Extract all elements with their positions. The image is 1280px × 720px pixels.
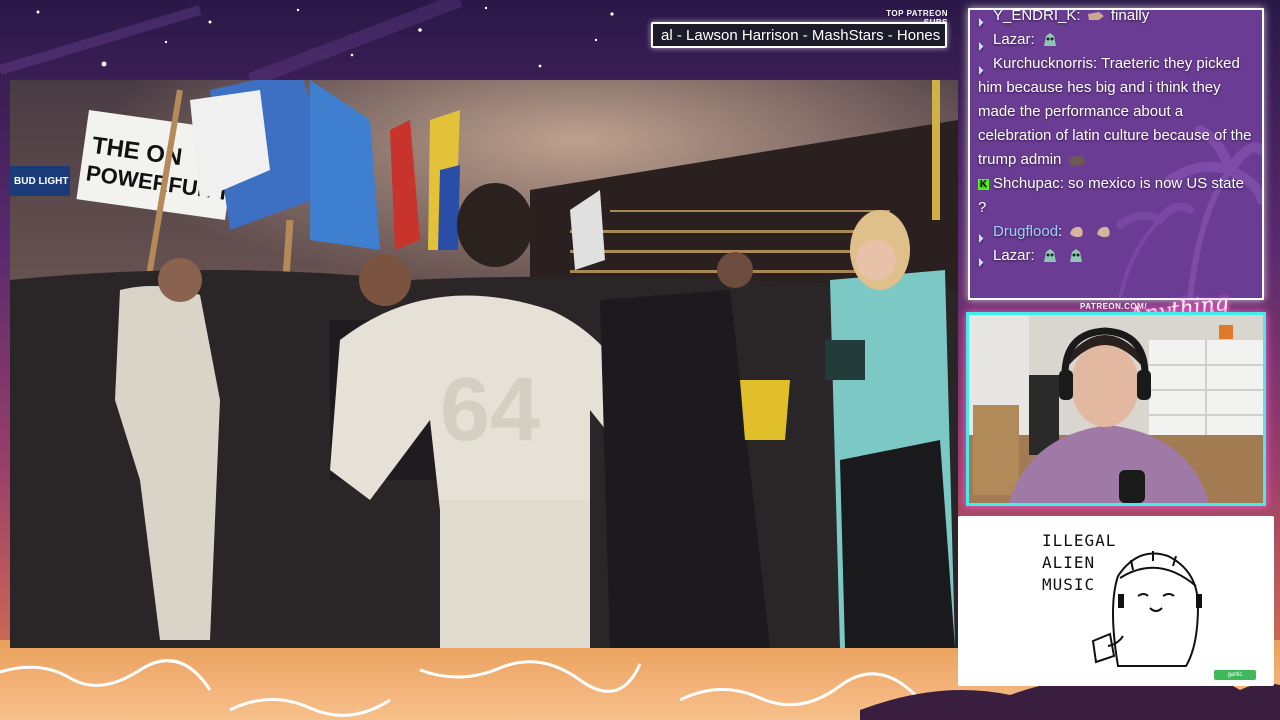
chat-separator: : bbox=[1058, 223, 1063, 240]
twitch-badge-icon: ⏵ bbox=[978, 16, 984, 29]
chat-username[interactable]: Y_ENDRI_K bbox=[993, 10, 1076, 24]
chat-username[interactable]: Shchupac bbox=[993, 175, 1060, 192]
kick-badge-icon: K bbox=[978, 178, 989, 190]
alien-rock-emote-icon bbox=[1043, 249, 1056, 263]
video-player[interactable]: THE ON POWERFUL T BUD LIGHT 64 bbox=[10, 80, 958, 648]
chat-message: K Shchupac: so mexico is now US state ? bbox=[970, 172, 1262, 220]
webcam-scene bbox=[969, 315, 1263, 503]
chat-message-list: ⏵ Y_ENDRI_K: finally ⏵ Lazar: ⏵ Kurchucknor… bbox=[970, 8, 1262, 269]
hand-emote-icon bbox=[1070, 226, 1084, 238]
alien-rock-emote-icon bbox=[1043, 33, 1056, 47]
alien-rock-emote-icon bbox=[1070, 249, 1083, 263]
gartic-tag-icon: gartic bbox=[1214, 670, 1256, 680]
chat-username[interactable]: Kurchucknorris bbox=[993, 55, 1093, 72]
hand-emote-icon bbox=[1096, 226, 1110, 238]
chat-message: ⏵ Y_ENDRI_K: finally bbox=[970, 8, 1262, 29]
twitch-badge-icon: ⏵ bbox=[978, 256, 984, 269]
rock-emote-icon bbox=[1068, 156, 1085, 167]
twitch-badge-icon: ⏵ bbox=[978, 232, 984, 245]
ticker-text: al - Lawson Harrison - MashStars - Hones bbox=[661, 27, 941, 44]
chat-username[interactable]: Lazar bbox=[993, 31, 1031, 48]
chat-message: ⏵ Lazar: bbox=[970, 28, 1262, 53]
chat-username[interactable]: Lazar bbox=[993, 247, 1031, 264]
chat-text: finally bbox=[1106, 8, 1150, 24]
twitch-badge-icon: ⏵ bbox=[978, 64, 984, 77]
chat-separator: : bbox=[1030, 247, 1035, 264]
chat-panel[interactable]: ⏵ Y_ENDRI_K: finally ⏵ Lazar: ⏵ Kurchucknor… bbox=[968, 8, 1264, 300]
twitch-badge-icon: ⏵ bbox=[978, 40, 984, 53]
video-banner-text: BUD LIGHT bbox=[14, 176, 68, 187]
pointing-emote-icon bbox=[1087, 12, 1104, 21]
video-frame-stadium-scene: THE ON POWERFUL T BUD LIGHT 64 bbox=[10, 80, 958, 648]
now-playing-ticker: al - Lawson Harrison - MashStars - Hones bbox=[651, 22, 947, 48]
chat-separator: : bbox=[1030, 31, 1035, 48]
chat-message: ⏵ Drugflood: bbox=[970, 220, 1262, 245]
alien-doodle bbox=[1091, 551, 1202, 667]
drawing-canvas: ILLEGAL ALIEN MUSIC gartic bbox=[958, 516, 1274, 686]
chat-separator: : bbox=[1076, 8, 1081, 24]
chat-message: ⏵ Kurchucknorris: Traeteric they picked h… bbox=[970, 52, 1262, 172]
chat-username[interactable]: Drugflood bbox=[993, 223, 1058, 240]
webcam-feed bbox=[966, 312, 1266, 506]
video-jersey-number: 64 bbox=[440, 360, 540, 460]
chat-message: ⏵ Lazar: bbox=[970, 244, 1262, 269]
